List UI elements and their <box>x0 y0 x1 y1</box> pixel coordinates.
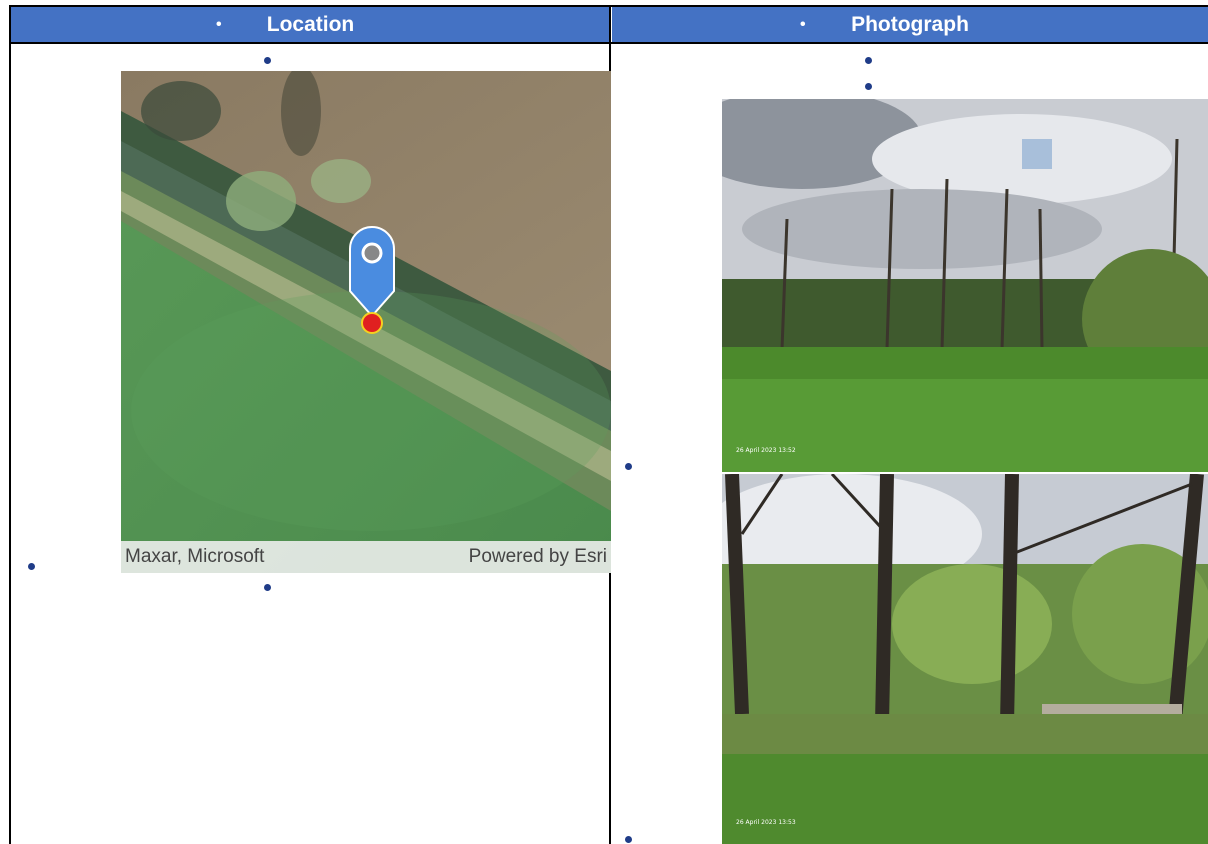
header-cell-location: • Location <box>11 7 610 42</box>
photo-landscape-trees <box>722 99 1208 472</box>
header-photograph-label: Photograph <box>851 12 969 36</box>
location-pin-icon[interactable] <box>346 221 398 336</box>
map-credit-right[interactable]: Powered by Esri <box>469 546 607 568</box>
map-credit-left: Maxar, Microsoft <box>125 546 265 567</box>
bullet-icon <box>865 83 872 90</box>
header-cell-photograph: • Photograph <box>612 7 1208 42</box>
bullet-icon <box>28 563 35 570</box>
bullet-icon <box>865 57 872 64</box>
location-map[interactable]: Maxar, Microsoft Powered by Esri <box>121 71 611 573</box>
bullet-icon: • <box>800 15 806 33</box>
map-attribution: Maxar, Microsoft Powered by Esri <box>121 541 611 573</box>
photo-timestamp: 26 April 2023 13:52 <box>736 447 796 454</box>
header-location-label: Location <box>266 12 355 36</box>
photo-woodland <box>722 474 1208 844</box>
photo-timestamp: 26 April 2023 13:53 <box>736 819 796 826</box>
bullet-icon <box>264 57 271 64</box>
bullet-icon <box>625 463 632 470</box>
bullet-icon <box>625 836 632 843</box>
bullet-icon: • <box>216 15 222 33</box>
site-photo-1: 26 April 2023 13:52 <box>722 99 1208 472</box>
site-photo-2: 26 April 2023 13:53 <box>722 474 1208 844</box>
bullet-icon <box>264 584 271 591</box>
